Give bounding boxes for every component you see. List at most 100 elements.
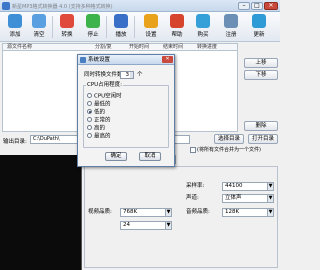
toolbar-settings-button[interactable]: 设置 <box>140 14 162 41</box>
concurrent-files-value: 3 <box>125 72 130 78</box>
toolbar-clear-button[interactable]: 清空 <box>28 14 50 41</box>
open-dir-button[interactable]: 打开目录 <box>248 134 278 144</box>
radio-icon <box>87 133 92 138</box>
column-header-split[interactable]: 分割/复 <box>95 44 112 51</box>
maximize-button[interactable]: □ <box>251 2 263 10</box>
toolbar-divider <box>134 16 135 38</box>
delete-button[interactable]: 删除 <box>244 121 278 131</box>
register-icon <box>224 14 238 28</box>
file-list-header: 源文件名称 分割/复 开始时间 结束时间 转换进度 <box>2 43 238 51</box>
toolbar-play-button[interactable]: 播放 <box>110 14 132 41</box>
channels-select[interactable]: 立体声 ▼ <box>222 194 274 203</box>
cpu-option-low[interactable]: 低的 <box>87 109 105 116</box>
toolbar-help-button[interactable]: 帮助 <box>166 14 188 41</box>
toolbar-buy-label: 购买 <box>197 32 209 38</box>
dialog-cancel-button[interactable]: 取消 <box>139 152 161 161</box>
channels-label: 声道: <box>186 195 199 201</box>
toolbar-settings-label: 设置 <box>145 32 157 38</box>
output-dir-label: 输出目录: <box>3 139 27 145</box>
settings-dialog: 系统设置 ✕ 同时转换文件数: 3 个 CPU占用程度: CPU空闲时 最低的 … <box>77 54 175 167</box>
toolbar-play-label: 播放 <box>115 32 127 38</box>
toolbar-stop-label: 停止 <box>87 32 99 38</box>
concurrent-files-unit: 个 <box>137 72 143 78</box>
radio-icon <box>87 101 92 106</box>
cpu-option-label: CPU空闲时 <box>94 93 122 100</box>
video-quality-value: 768K <box>123 209 138 215</box>
help-icon <box>170 14 184 28</box>
codec-value: 24 <box>123 222 130 228</box>
sample-rate-label: 采样率: <box>186 183 205 189</box>
choose-dir-button[interactable]: 选择目录 <box>214 134 244 144</box>
dialog-close-icon[interactable]: ✕ <box>162 56 173 63</box>
chevron-down-icon: ▼ <box>165 209 171 216</box>
video-preview <box>0 155 82 270</box>
cpu-option-label: 低的 <box>94 109 106 116</box>
toolbar-add-button[interactable]: 添加 <box>4 14 26 41</box>
toolbar-add-label: 添加 <box>9 32 21 38</box>
clear-list-icon <box>32 14 46 28</box>
dialog-title: 系统设置 <box>88 57 111 63</box>
toolbar-clear-label: 清空 <box>33 32 45 38</box>
cpu-option-label: 最高的 <box>94 133 111 140</box>
cpu-option-label: 高的 <box>94 125 106 132</box>
stop-icon <box>86 14 100 28</box>
move-up-button[interactable]: 上移 <box>244 58 278 68</box>
video-quality-label: 视频品质: <box>88 209 112 215</box>
concurrent-files-label: 同时转换文件数: <box>84 72 125 78</box>
chevron-down-icon: ▼ <box>165 222 171 229</box>
close-button[interactable]: ✕ <box>264 2 278 10</box>
sample-rate-value: 44100 <box>225 183 243 189</box>
stepper-down-icon[interactable] <box>130 75 133 78</box>
radio-icon <box>87 93 92 98</box>
play-icon <box>114 14 128 28</box>
dialog-titlebar[interactable]: 系统设置 ✕ <box>78 55 174 65</box>
codec-select[interactable]: 24 ▼ <box>120 221 172 230</box>
cpu-option-normal[interactable]: 正常的 <box>87 117 111 124</box>
radio-icon <box>87 117 92 122</box>
cpu-option-lowest[interactable]: 最低的 <box>87 101 111 108</box>
chevron-down-icon: ▼ <box>267 209 273 216</box>
radio-icon <box>87 125 92 130</box>
window-title: 新星MP3格式转换器 4.0 (支持多种格式转换) <box>12 4 113 10</box>
toolbar-register-button[interactable]: 注册 <box>220 14 242 41</box>
cpu-option-label: 最低的 <box>94 101 111 108</box>
sample-rate-select[interactable]: 44100 ▼ <box>222 182 274 191</box>
toolbar-update-button[interactable]: 更新 <box>248 14 270 41</box>
update-icon <box>252 14 266 28</box>
settings-icon <box>144 14 158 28</box>
cpu-option-idle[interactable]: CPU空闲时 <box>87 93 122 100</box>
column-header-source[interactable]: 源文件名称 <box>7 44 32 51</box>
toolbar-divider <box>52 16 53 38</box>
dialog-ok-button[interactable]: 确定 <box>105 152 127 161</box>
audio-quality-select[interactable]: 128K ▼ <box>222 208 274 217</box>
add-file-icon <box>8 14 22 28</box>
merge-files-checkbox[interactable] <box>190 147 196 153</box>
cpu-usage-group-title: CPU占用程度: <box>86 82 124 88</box>
column-header-progress[interactable]: 转换进度 <box>197 44 217 51</box>
toolbar-register-label: 注册 <box>225 32 237 38</box>
buy-cart-icon <box>196 14 210 28</box>
toolbar-help-label: 帮助 <box>171 32 183 38</box>
toolbar-convert-label: 转换 <box>61 32 73 38</box>
concurrent-files-stepper[interactable]: 3 <box>120 71 134 79</box>
toolbar-divider <box>106 16 107 38</box>
channels-value: 立体声 <box>225 195 242 201</box>
audio-quality-value: 128K <box>225 209 240 215</box>
minimize-button[interactable]: – <box>238 2 250 10</box>
settings-icon <box>80 57 86 63</box>
convert-icon <box>60 14 74 28</box>
toolbar-stop-button[interactable]: 停止 <box>82 14 104 41</box>
cpu-option-highest[interactable]: 最高的 <box>87 133 111 140</box>
toolbar-convert-button[interactable]: 转换 <box>56 14 78 41</box>
move-down-button[interactable]: 下移 <box>244 70 278 80</box>
cpu-option-high[interactable]: 高的 <box>87 125 105 132</box>
video-quality-select[interactable]: 768K ▼ <box>120 208 172 217</box>
main-toolbar: 添加 清空 转换 停止 播放 设置 帮助 购买 注册 更新 <box>0 12 280 42</box>
audio-quality-label: 音频品质: <box>186 209 210 215</box>
chevron-down-icon: ▼ <box>267 183 273 190</box>
column-header-end[interactable]: 结束时间 <box>163 44 183 51</box>
merge-files-label: (将所有文件合并为一个文件) <box>197 147 261 153</box>
app-logo-icon <box>2 2 10 10</box>
toolbar-buy-button[interactable]: 购买 <box>192 14 214 41</box>
column-header-start[interactable]: 开始时间 <box>129 44 149 51</box>
